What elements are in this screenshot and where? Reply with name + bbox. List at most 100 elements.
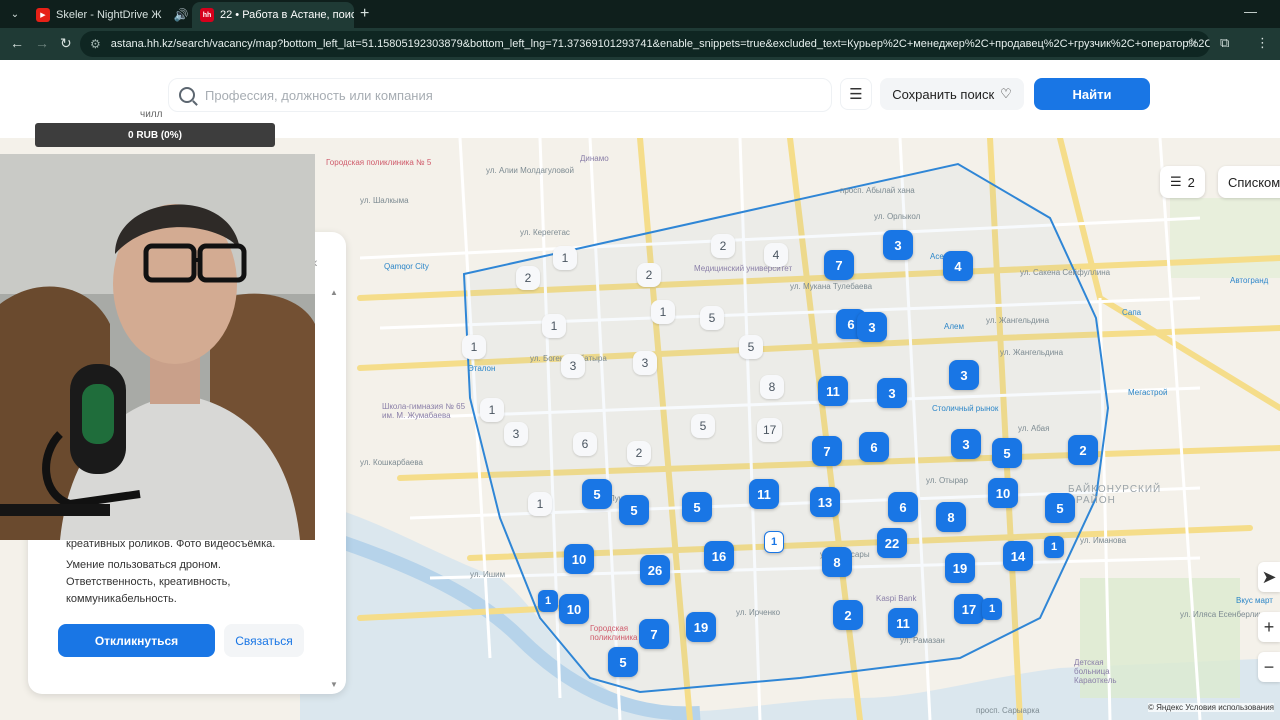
vacancy-pin[interactable]: 1 — [1044, 536, 1064, 558]
vacancy-cluster[interactable]: 5 — [619, 495, 649, 525]
browser-tab-youtube[interactable]: ▶ Skeler - NightDrive Ж 🔊 ✕ — [28, 2, 188, 28]
zoom-out-icon[interactable]: − — [1258, 652, 1280, 682]
vacancy-cluster[interactable]: 2 — [1068, 435, 1098, 465]
vacancy-cluster[interactable]: 5 — [582, 479, 612, 509]
vacancy-cluster-small[interactable]: 5 — [700, 306, 724, 330]
vacancy-cluster[interactable]: 17 — [954, 594, 984, 624]
minimize-icon[interactable]: — — [1244, 4, 1257, 19]
district-line: БАЙКОНУРСКИЙ — [1068, 484, 1162, 495]
vacancy-cluster[interactable]: 3 — [951, 429, 981, 459]
vacancy-cluster[interactable]: 13 — [810, 487, 840, 517]
street-label: ул. Жангельдина — [1000, 348, 1064, 357]
geolocation-icon[interactable]: ➤ — [1258, 562, 1280, 592]
vacancy-cluster-small[interactable]: 1 — [528, 492, 552, 516]
vacancy-cluster-small[interactable]: 2 — [516, 266, 540, 290]
vacancy-cluster-small[interactable]: 3 — [561, 354, 585, 378]
vacancy-cluster[interactable]: 8 — [936, 502, 966, 532]
hh-icon: hh — [200, 8, 214, 22]
vacancy-cluster[interactable]: 2 — [833, 600, 863, 630]
back-icon[interactable]: ← — [10, 35, 24, 51]
vacancy-cluster[interactable]: 3 — [883, 230, 913, 260]
vacancy-cluster[interactable]: 4 — [943, 251, 973, 281]
vacancy-cluster[interactable]: 3 — [857, 312, 887, 342]
contact-button[interactable]: Связаться — [224, 624, 304, 657]
vacancy-cluster[interactable]: 6 — [888, 492, 918, 522]
browser-menu-icon[interactable]: ⋮ — [1256, 35, 1269, 51]
vacancy-cluster[interactable]: 3 — [877, 378, 907, 408]
vacancy-cluster-small[interactable]: 3 — [504, 422, 528, 446]
vacancy-cluster[interactable]: 26 — [640, 555, 670, 585]
poi-label: Kaspi Bank — [876, 594, 917, 603]
vacancy-cluster-small[interactable]: 2 — [637, 263, 661, 287]
vacancy-cluster[interactable]: 19 — [945, 553, 975, 583]
heart-icon: ♡ — [1000, 86, 1012, 101]
extensions-icon[interactable]: ⧉ — [1220, 35, 1229, 51]
respond-button[interactable]: Откликнуться — [58, 624, 215, 657]
vacancy-cluster[interactable]: 7 — [639, 619, 669, 649]
search-input[interactable] — [205, 87, 805, 103]
new-tab-icon[interactable]: + — [360, 5, 369, 23]
vacancy-cluster[interactable]: 3 — [949, 360, 979, 390]
vacancy-cluster-small[interactable]: 4 — [764, 243, 788, 267]
reload-icon[interactable]: ↻ — [60, 35, 72, 52]
vacancy-cluster[interactable]: 5 — [682, 492, 712, 522]
vacancy-cluster[interactable]: 11 — [888, 608, 918, 638]
vacancy-cluster[interactable]: 5 — [992, 438, 1022, 468]
vacancy-cluster-small[interactable]: 1 — [462, 335, 486, 359]
vacancy-cluster-small[interactable]: 3 — [633, 351, 657, 375]
zoom-in-icon[interactable]: + — [1258, 612, 1280, 642]
vacancy-cluster-small[interactable]: 1 — [651, 300, 675, 324]
street-label: ул. Иляса Есенберлина — [1180, 610, 1268, 619]
vacancy-cluster[interactable]: 22 — [877, 528, 907, 558]
save-search-label: Сохранить поиск — [892, 86, 995, 102]
vacancy-cluster[interactable]: 7 — [824, 250, 854, 280]
vacancy-cluster-small[interactable]: 5 — [739, 335, 763, 359]
vacancy-cluster[interactable]: 11 — [818, 376, 848, 406]
map-filters-button[interactable]: ☰ 2 — [1160, 166, 1205, 198]
poi-label: Алем — [944, 322, 964, 331]
street-label: ул. Абая — [1018, 424, 1050, 433]
vacancy-pin[interactable]: 1 — [538, 590, 558, 612]
vacancy-cluster[interactable]: 5 — [608, 647, 638, 677]
bookmark-star-icon[interactable]: ☆ — [1186, 35, 1198, 51]
vacancy-cluster[interactable]: 11 — [749, 479, 779, 509]
filters-button[interactable]: ☰ — [840, 78, 872, 110]
vacancy-cluster-small[interactable]: 8 — [760, 375, 784, 399]
save-search-button[interactable]: Сохранить поиск ♡ — [880, 78, 1024, 110]
list-view-button[interactable]: Списком — [1218, 166, 1280, 198]
vacancy-cluster[interactable]: 14 — [1003, 541, 1033, 571]
vacancy-cluster-small[interactable]: 5 — [691, 414, 715, 438]
street-label: ул. Жангельдина — [986, 316, 1050, 325]
browser-tab-hh[interactable]: hh 22 • Работа в Астане, поиск п ✕ — [192, 2, 354, 28]
tab-search-icon[interactable]: ⌄ — [6, 5, 24, 23]
find-button[interactable]: Найти — [1034, 78, 1150, 110]
vacancy-cluster-small[interactable]: 1 — [542, 314, 566, 338]
scroll-down-icon[interactable]: ▼ — [330, 680, 338, 689]
vacancy-cluster[interactable]: 10 — [564, 544, 594, 574]
vacancy-cluster-small[interactable]: 2 — [627, 441, 651, 465]
vacancy-cluster[interactable]: 7 — [812, 436, 842, 466]
vacancy-cluster[interactable]: 8 — [822, 547, 852, 577]
vacancy-cluster[interactable]: 10 — [559, 594, 589, 624]
vacancy-cluster[interactable]: 5 — [1045, 493, 1075, 523]
vacancy-cluster-small[interactable]: 17 — [757, 418, 783, 442]
vacancy-cluster-small[interactable]: 1 — [480, 398, 504, 422]
address-bar[interactable]: ⚙ astana.hh.kz/search/vacancy/map?bottom… — [80, 31, 1210, 57]
youtube-icon: ▶ — [36, 8, 50, 22]
vacancy-cluster-small[interactable]: 2 — [711, 234, 735, 258]
map-copyright[interactable]: © Яндекс Условия использования — [1147, 703, 1274, 712]
forward-icon[interactable]: → — [35, 35, 49, 51]
vacancy-cluster[interactable]: 6 — [859, 432, 889, 462]
vacancy-cluster[interactable]: 16 — [704, 541, 734, 571]
vacancy-cluster-small[interactable]: 1 — [553, 246, 577, 270]
vacancy-description-line: Ответственность, креативность, — [66, 576, 231, 588]
donation-goal-bar: 0 RUB (0%) — [35, 123, 275, 147]
vacancy-cluster-small[interactable]: 6 — [573, 432, 597, 456]
vacancy-pin[interactable]: 1 — [764, 531, 784, 553]
site-settings-icon[interactable]: ⚙ — [90, 37, 101, 51]
vacancy-cluster[interactable]: 10 — [988, 478, 1018, 508]
donation-goal-progress: 0 RUB (0%) — [128, 129, 182, 141]
scroll-up-icon[interactable]: ▲ — [330, 288, 338, 297]
vacancy-pin[interactable]: 1 — [982, 598, 1002, 620]
vacancy-cluster[interactable]: 19 — [686, 612, 716, 642]
